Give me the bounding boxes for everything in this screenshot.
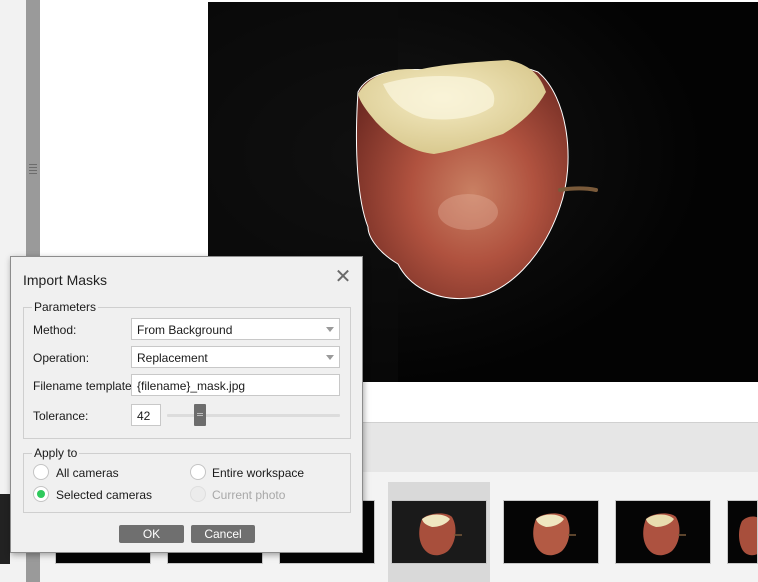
splitter-grip-icon[interactable]: [29, 164, 37, 174]
chevron-down-icon: [326, 327, 334, 332]
thumbnail-image: [392, 501, 486, 563]
operation-value: Replacement: [137, 351, 208, 365]
thumbnail-image: [616, 501, 710, 563]
thumbnail[interactable]: [727, 500, 758, 564]
current-photo-radio: [190, 486, 206, 502]
tolerance-label: Tolerance:: [33, 409, 89, 423]
filename-template-input[interactable]: {filename}_mask.jpg: [131, 374, 340, 396]
all-cameras-label[interactable]: All cameras: [56, 466, 119, 480]
operation-label: Operation:: [33, 351, 90, 365]
all-cameras-radio[interactable]: [33, 464, 49, 480]
chevron-down-icon: [326, 355, 334, 360]
thumbnail[interactable]: [615, 500, 711, 564]
method-value: From Background: [137, 323, 233, 337]
apply-to-group: Apply to: [23, 446, 351, 513]
ok-button[interactable]: OK: [119, 525, 184, 543]
tolerance-slider-handle[interactable]: [194, 404, 206, 426]
selected-cameras-label[interactable]: Selected cameras: [56, 488, 152, 502]
current-photo-label: Current photo: [212, 488, 286, 502]
entire-workspace-radio[interactable]: [190, 464, 206, 480]
method-label: Method:: [33, 323, 77, 337]
operation-select[interactable]: Replacement: [131, 346, 340, 368]
thumbnail-image: [728, 501, 757, 563]
thumbnail-partial[interactable]: [0, 494, 10, 564]
cancel-button[interactable]: Cancel: [191, 525, 255, 543]
filename-template-label: Filename template:: [33, 379, 136, 393]
method-select[interactable]: From Background: [131, 318, 340, 340]
thumbnail[interactable]: [503, 500, 599, 564]
import-masks-dialog: Import Masks ✕ Parameters Method: From B…: [10, 256, 363, 553]
selected-cameras-radio[interactable]: [33, 486, 49, 502]
thumbnail-image: [504, 501, 598, 563]
thumbnail[interactable]: [391, 500, 487, 564]
close-icon[interactable]: ✕: [334, 267, 352, 287]
entire-workspace-label[interactable]: Entire workspace: [212, 466, 304, 480]
tolerance-input[interactable]: 42: [131, 404, 161, 426]
apply-to-legend: Apply to: [32, 446, 80, 460]
dialog-title: Import Masks: [23, 272, 108, 288]
parameters-legend: Parameters: [32, 300, 99, 314]
tolerance-slider-track[interactable]: [167, 414, 340, 417]
